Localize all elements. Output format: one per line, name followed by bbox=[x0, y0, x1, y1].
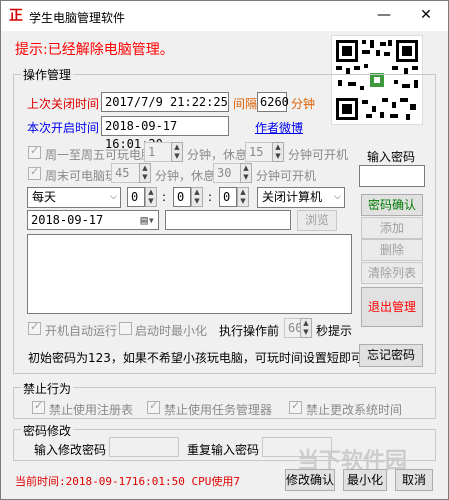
frequency-select-value: 每天 bbox=[32, 190, 57, 204]
close-window-button[interactable]: ✕ bbox=[406, 1, 446, 29]
second-field[interactable]: 0 bbox=[219, 187, 237, 207]
this-open-label: 本次开启时间 bbox=[27, 121, 100, 135]
date-picker[interactable]: 2018-09-17 ▤▾ bbox=[27, 210, 159, 230]
add-button[interactable]: 添加 bbox=[361, 217, 423, 239]
weekend-minutes-spinner[interactable]: ▲ ▼ bbox=[139, 163, 151, 183]
forgot-password-button[interactable]: 忘记密码 bbox=[359, 344, 423, 367]
date-value: 2018-09-17 bbox=[31, 213, 104, 227]
minimize-on-start-label: 启动时最小化 bbox=[135, 324, 208, 338]
weekend-rest-field[interactable]: 30 bbox=[213, 163, 243, 183]
before-exec-label: 执行操作前 bbox=[219, 324, 280, 338]
weekend-can-open-text: 分钟可开机 bbox=[256, 169, 317, 183]
weekday-label: 周一至周五可玩电脑 bbox=[45, 148, 154, 162]
info-text: 初始密码为123，如果不希望小孩玩电脑，可玩时间设置短即可。 bbox=[28, 351, 375, 365]
password-label: 输入密码 bbox=[367, 150, 416, 164]
action-select[interactable]: 关闭计算机 ⌵ bbox=[257, 187, 345, 208]
last-close-label: 上次关闭时间 bbox=[27, 97, 100, 111]
weekend-label: 周末可电脑玩 bbox=[45, 169, 118, 183]
weekend-rest-spinner[interactable]: ▲ ▼ bbox=[240, 163, 252, 183]
password-change-group-label: 密码修改 bbox=[21, 422, 74, 439]
password-input[interactable] bbox=[359, 165, 425, 187]
author-weibo-link[interactable]: 作者微博 bbox=[255, 119, 303, 136]
weekday-checkbox[interactable] bbox=[28, 144, 41, 159]
second-spinner[interactable]: ▲ ▼ bbox=[237, 187, 249, 207]
last-close-field[interactable]: 2017/7/9 21:22:25 bbox=[101, 92, 229, 112]
schedule-list[interactable] bbox=[27, 234, 352, 314]
time-separator: : bbox=[162, 190, 167, 204]
minimize-window-button[interactable]: — bbox=[364, 1, 404, 29]
repeat-password-label: 重复输入密码 bbox=[187, 443, 260, 457]
forbid-time-label: 禁止更改系统时间 bbox=[306, 403, 403, 417]
chevron-down-icon: ⌵ bbox=[334, 192, 341, 202]
chevron-down-icon: ⌵ bbox=[110, 192, 117, 202]
minimize-on-start-checkbox[interactable] bbox=[119, 322, 132, 335]
weekday-minutes-rest-text: 分钟，休息 bbox=[187, 148, 248, 162]
minute-field[interactable]: 0 bbox=[173, 187, 191, 207]
minimize-button[interactable]: 最小化 bbox=[343, 469, 387, 491]
interval-unit: 分钟 bbox=[291, 97, 316, 111]
title-bar: 正 学生电脑管理软件 — ✕ bbox=[1, 1, 448, 31]
clear-list-button[interactable]: 清除列表 bbox=[361, 262, 423, 284]
action-select-value: 关闭计算机 bbox=[262, 190, 323, 204]
exit-management-button[interactable]: 退出管理 bbox=[361, 287, 423, 327]
autostart-label: 开机自动运行 bbox=[45, 324, 118, 338]
modify-confirm-button[interactable]: 修改确认 bbox=[285, 469, 335, 491]
forbid-regedit-label: 禁止使用注册表 bbox=[49, 403, 134, 417]
forbid-taskmgr-checkbox[interactable] bbox=[147, 399, 160, 414]
weekend-minutes-field[interactable]: 45 bbox=[111, 163, 141, 183]
time-separator: : bbox=[208, 190, 213, 204]
weekday-rest-field[interactable]: 15 bbox=[245, 142, 275, 162]
forbid-regedit-checkbox[interactable] bbox=[32, 399, 45, 414]
password-confirm-button[interactable]: 密码确认 bbox=[361, 194, 423, 216]
before-exec-spinner[interactable]: ▲ ▼ bbox=[300, 318, 312, 338]
forbid-time-checkbox[interactable] bbox=[289, 399, 302, 414]
minute-spinner[interactable]: ▲ ▼ bbox=[191, 187, 203, 207]
path-field[interactable] bbox=[165, 210, 291, 230]
weekend-checkbox[interactable] bbox=[28, 165, 41, 180]
weekend-minutes-rest-text: 分钟，休息 bbox=[155, 169, 216, 183]
weekday-minutes-spinner[interactable]: ▲ ▼ bbox=[171, 142, 183, 162]
browse-button[interactable]: 浏览 bbox=[297, 210, 337, 231]
seconds-tip-label: 秒提示 bbox=[316, 324, 353, 338]
weekday-rest-spinner[interactable]: ▲ ▼ bbox=[272, 142, 284, 162]
window-title: 学生电脑管理软件 bbox=[29, 11, 126, 25]
delete-button[interactable]: 删除 bbox=[361, 239, 423, 261]
status-text: 当前时间:2018-09-1716:01:50 CPU使用7 bbox=[15, 475, 240, 488]
weekday-can-open-text: 分钟可开机 bbox=[288, 148, 349, 162]
this-open-field[interactable]: 2018-09-17 16:01:20 bbox=[101, 116, 229, 151]
interval-field[interactable]: 6260 bbox=[257, 92, 289, 112]
weekday-minutes-field[interactable]: 1 bbox=[144, 142, 174, 162]
autostart-checkbox[interactable] bbox=[28, 320, 41, 335]
new-password-input[interactable] bbox=[109, 437, 179, 457]
hour-spinner[interactable]: ▲ ▼ bbox=[145, 187, 157, 207]
app-icon: 正 bbox=[9, 8, 23, 24]
frequency-select[interactable]: 每天 ⌵ bbox=[27, 187, 121, 208]
cancel-button[interactable]: 取消 bbox=[395, 469, 433, 491]
forbid-group-label: 禁止行为 bbox=[21, 380, 74, 397]
hour-field[interactable]: 0 bbox=[127, 187, 145, 207]
calendar-icon: ▤▾ bbox=[140, 213, 155, 227]
forbid-taskmgr-label: 禁止使用任务管理器 bbox=[164, 403, 273, 417]
interval-label: 间隔 bbox=[233, 97, 258, 111]
ops-group-label: 操作管理 bbox=[21, 66, 74, 83]
main-window: 正 学生电脑管理软件 — ✕ 提示:已经解除电脑管理。 操作管理 上次关闭时间 … bbox=[0, 0, 449, 500]
new-password-label: 输入修改密码 bbox=[34, 443, 107, 457]
tip-message: 提示:已经解除电脑管理。 bbox=[15, 42, 174, 58]
